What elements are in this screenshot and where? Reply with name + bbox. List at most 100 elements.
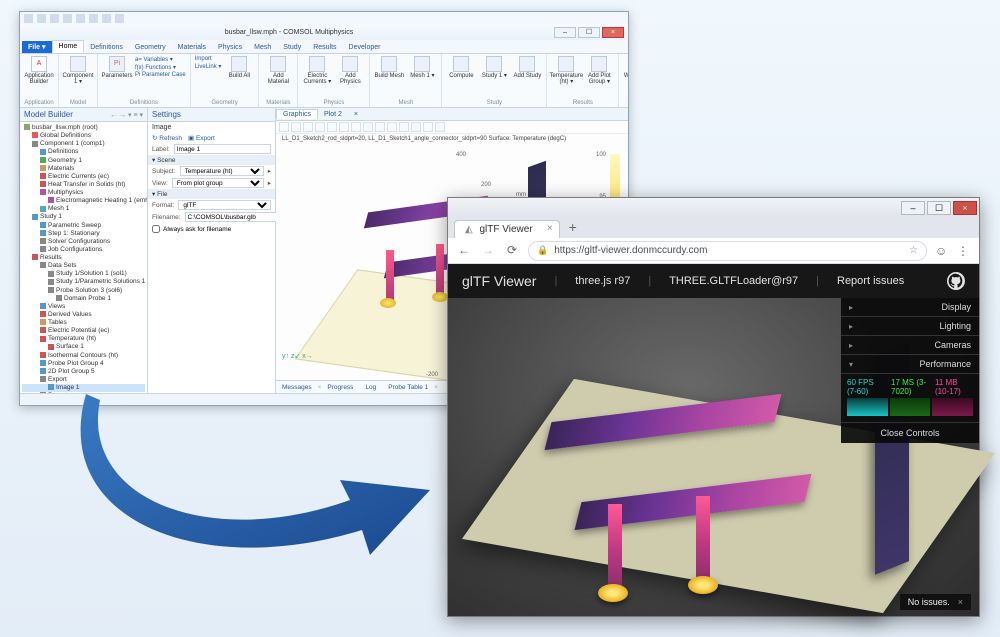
back-button[interactable]: ← [456, 243, 472, 259]
qat-icon[interactable] [76, 14, 85, 23]
tab-materials[interactable]: Materials [172, 42, 212, 53]
study1-button[interactable]: Study 1 ▾ [479, 56, 509, 79]
tree-node[interactable]: busbar_llsw.mph (root) [22, 124, 145, 132]
filename-input[interactable] [185, 212, 279, 222]
toolbar-icon[interactable] [339, 122, 349, 132]
github-icon[interactable] [947, 272, 965, 290]
section-file[interactable]: ▾ File [152, 190, 168, 198]
tree-node[interactable]: Heat Transfer in Solids (ht) [22, 181, 145, 189]
build-mesh-button[interactable]: Build Mesh [374, 56, 404, 79]
livelink-button[interactable]: LiveLink ▾ [195, 63, 222, 70]
toolbar-icon[interactable] [387, 122, 397, 132]
controls-lighting-row[interactable]: ▸Lighting [841, 317, 979, 336]
graphics-tab[interactable]: Graphics [276, 109, 318, 119]
variables-button[interactable]: a= Variables ▾ [135, 56, 186, 63]
tab-home[interactable]: Home [52, 40, 85, 53]
tab-geometry[interactable]: Geometry [129, 42, 172, 53]
new-tab-button[interactable]: + [564, 218, 582, 236]
component-button[interactable]: Component 1 ▾ [63, 56, 93, 85]
goto-icon[interactable]: ▸ [268, 179, 271, 187]
temperature-plot-button[interactable]: Temperature (ht) ▾ [551, 56, 581, 85]
tree-node[interactable]: Tables [22, 319, 145, 327]
tab-study[interactable]: Study [277, 42, 307, 53]
report-issues-link[interactable]: Report issues [837, 275, 904, 287]
tab-close-icon[interactable]: × [348, 110, 364, 119]
tree-node[interactable]: Results [22, 254, 145, 262]
toolbar-icon[interactable] [327, 122, 337, 132]
menu-icon[interactable]: ⋮ [957, 244, 971, 258]
add-plot-group-button[interactable]: Add Plot Group ▾ [584, 56, 614, 85]
add-physics-button[interactable]: Add Physics [335, 56, 365, 85]
minimize-button[interactable]: ‒ [554, 27, 576, 38]
format-select[interactable]: glTF [178, 200, 271, 210]
url-input[interactable]: 🔒 https://gltf-viewer.donmccurdy.com ☆ [528, 241, 927, 261]
controls-performance-row[interactable]: ▾Performance [841, 355, 979, 374]
tab-file[interactable]: File ▾ [22, 41, 52, 53]
tree-node[interactable]: Probe Solution 3 (sol6) [22, 287, 145, 295]
profile-icon[interactable]: ☺ [935, 244, 949, 258]
tree-node[interactable]: Multiphysics [22, 189, 145, 197]
toolbar-icon[interactable] [303, 122, 313, 132]
toolbar-icon[interactable] [375, 122, 385, 132]
tree-node[interactable]: Domain Probe 1 [22, 295, 145, 303]
controls-cameras-row[interactable]: ▸Cameras [841, 336, 979, 355]
tree-node[interactable]: Isothermal Contours (ht) [22, 352, 145, 360]
threejs-link[interactable]: three.js r97 [575, 275, 630, 287]
import-button[interactable]: Import [195, 56, 222, 62]
tree-node[interactable]: Geometry 1 [22, 157, 145, 165]
subject-select[interactable]: Temperature (ht) [180, 166, 264, 176]
toolbar-icon[interactable] [399, 122, 409, 132]
mesh1-button[interactable]: Mesh 1 ▾ [407, 56, 437, 79]
qat-icon[interactable] [24, 14, 33, 23]
tree-node[interactable]: Solver Configurations [22, 238, 145, 246]
qat-icon[interactable] [50, 14, 59, 23]
model-tree[interactable]: busbar_llsw.mph (root)Global Definitions… [20, 122, 147, 393]
tree-node[interactable]: Materials [22, 165, 145, 173]
always-ask-checkbox[interactable] [152, 225, 160, 233]
tree-node[interactable]: Data Sets [22, 262, 145, 270]
parameter-case-button[interactable]: Pi Parameter Case [135, 72, 186, 78]
status-close-icon[interactable]: × [958, 597, 963, 607]
qat-icon[interactable] [63, 14, 72, 23]
reload-button[interactable]: ⟳ [504, 243, 520, 259]
refresh-link[interactable]: ↻ Refresh [152, 134, 182, 142]
export-link[interactable]: ▣ Export [188, 134, 215, 142]
label-input[interactable] [174, 144, 271, 154]
toolbar-icon[interactable] [363, 122, 373, 132]
close-controls-button[interactable]: Close Controls [841, 423, 979, 443]
view-select[interactable]: From plot group [172, 178, 264, 188]
tree-node[interactable]: Surface 1 [22, 343, 145, 351]
star-icon[interactable]: ☆ [909, 245, 918, 256]
functions-button[interactable]: f(x) Functions ▾ [135, 64, 186, 71]
toolbar-icon[interactable] [315, 122, 325, 132]
qat-icon[interactable] [89, 14, 98, 23]
tree-node[interactable]: Electric Currents (ec) [22, 173, 145, 181]
tree-node[interactable]: Global Definitions [22, 132, 145, 140]
tree-node[interactable]: Mesh 1 [22, 205, 145, 213]
tree-node[interactable]: Electric Potential (ec) [22, 327, 145, 335]
qat-icon[interactable] [115, 14, 124, 23]
tree-node[interactable]: Probe Plot Group 4 [22, 360, 145, 368]
minimize-button[interactable]: ‒ [901, 201, 925, 215]
compute-button[interactable]: Compute [446, 56, 476, 79]
tree-node[interactable]: Parametric Sweep [22, 222, 145, 230]
tab-results[interactable]: Results [307, 42, 342, 53]
qat-icon[interactable] [102, 14, 111, 23]
loader-link[interactable]: THREE.GLTFLoader@r97 [669, 275, 798, 287]
tree-node[interactable]: Definitions [22, 148, 145, 156]
tree-node[interactable]: Study 1/Parametric Solutions 1 (sol2) [22, 278, 145, 286]
maximize-button[interactable]: ☐ [927, 201, 951, 215]
tab-physics[interactable]: Physics [212, 42, 248, 53]
gltf-viewer-canvas[interactable]: ▸Display ▸Lighting ▸Cameras ▾Performance… [448, 298, 979, 616]
close-button[interactable]: × [953, 201, 977, 215]
tab-mesh[interactable]: Mesh [248, 42, 277, 53]
electric-currents-button[interactable]: Electric Currents ▾ [302, 56, 332, 85]
tree-node[interactable]: Step 1: Stationary [22, 230, 145, 238]
application-builder-button[interactable]: AApplication Builder [24, 56, 54, 85]
browser-tab[interactable]: ◭ glTF Viewer × [454, 220, 560, 238]
tree-node[interactable]: Component 1 (comp1) [22, 140, 145, 148]
panel-tools-icon[interactable]: ← → ▾ ≡ ▾ [110, 111, 143, 119]
tree-node[interactable]: 2D Plot Group 5 [22, 368, 145, 376]
tree-node[interactable]: Derived Values [22, 311, 145, 319]
tree-node[interactable]: Job Configurations [22, 246, 145, 254]
